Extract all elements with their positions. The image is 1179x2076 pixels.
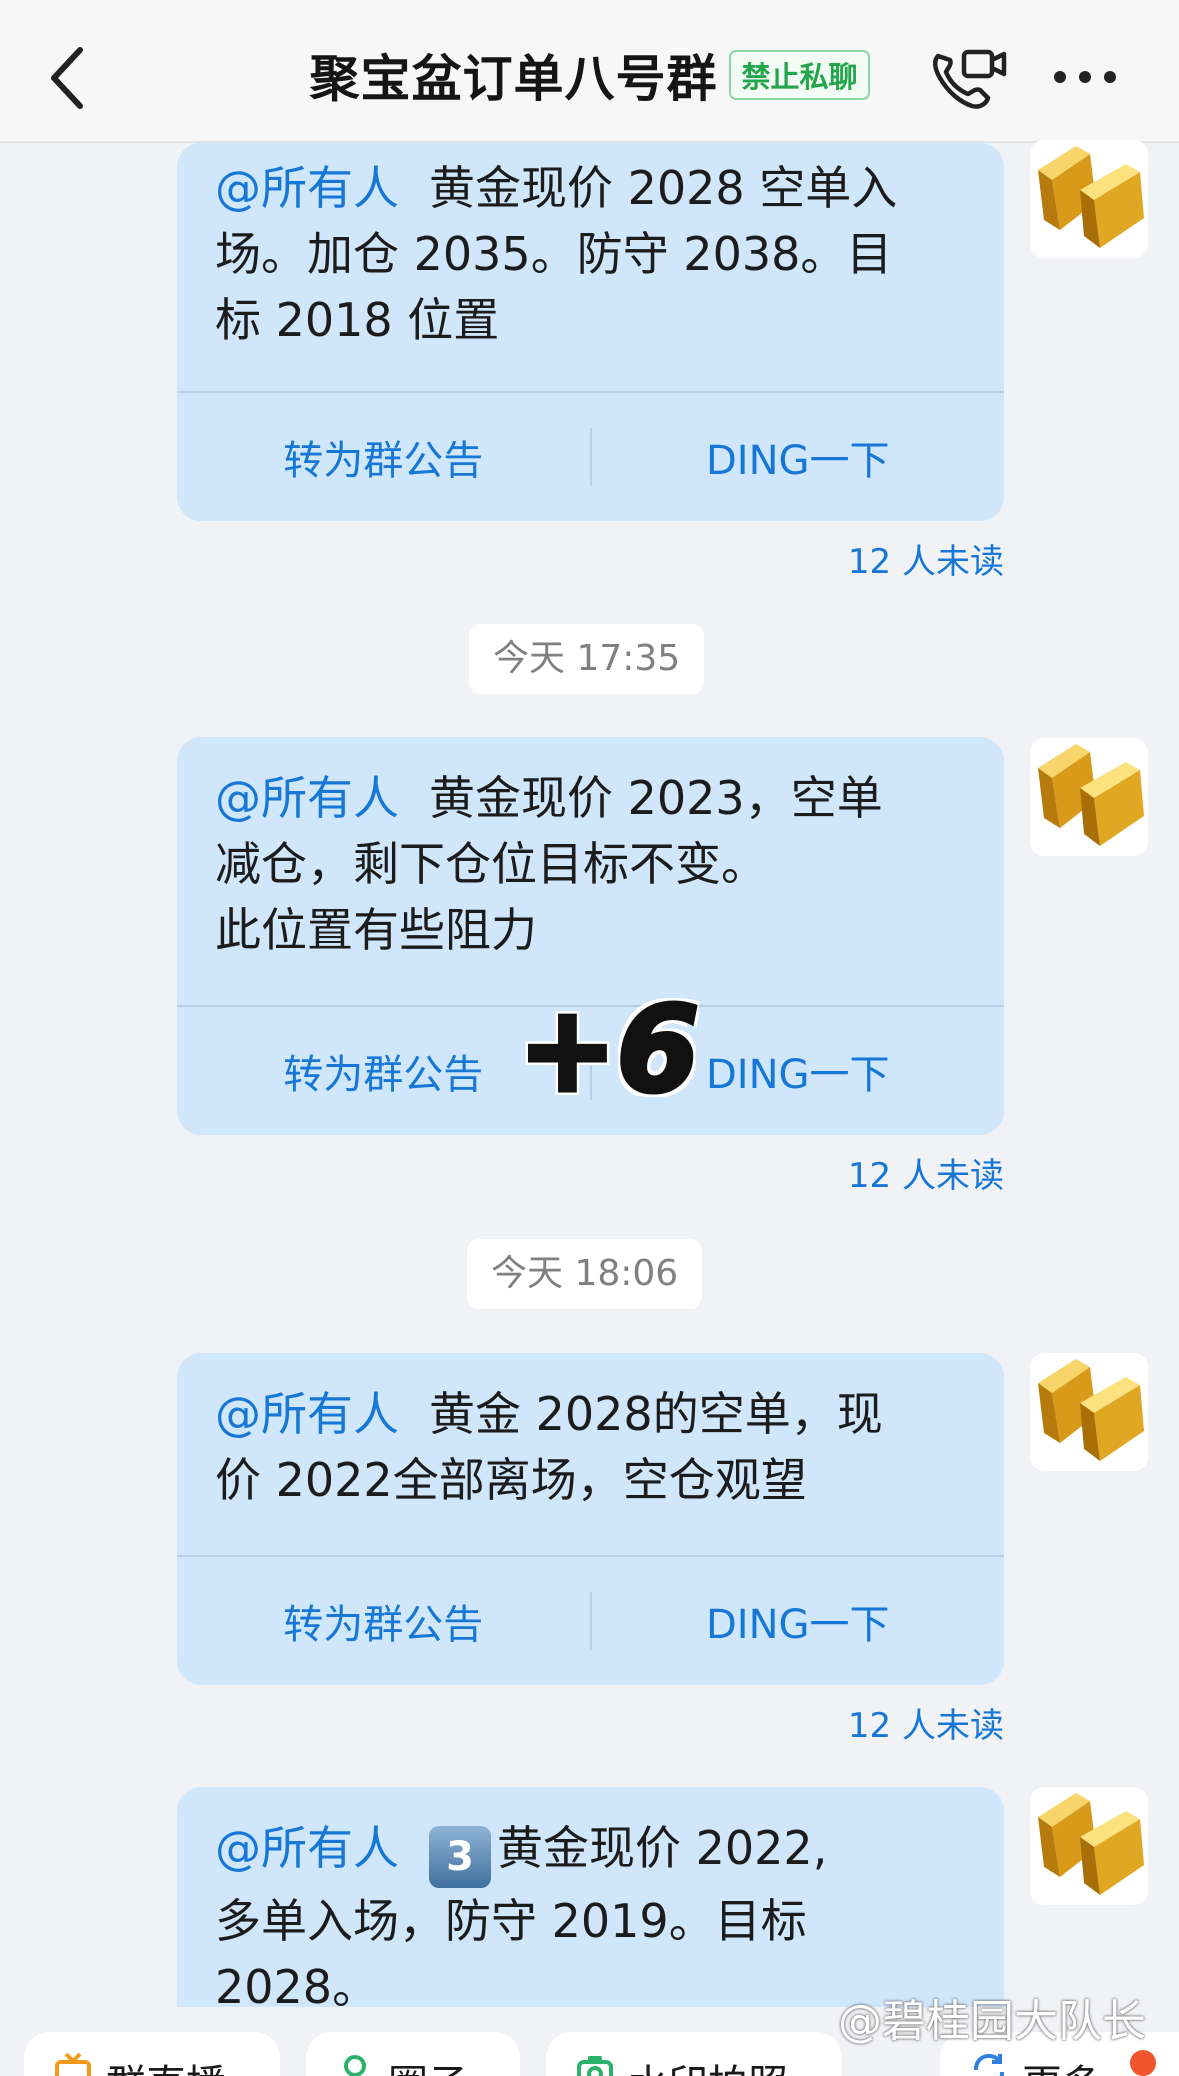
message-text: @所有人 黄金现价 2028 空单入 场。加仓 2035。防守 2038。目 标 …: [215, 161, 898, 347]
phone-video-icon: [933, 49, 1007, 109]
mention-all[interactable]: @所有人: [215, 771, 399, 825]
avatar[interactable]: [1030, 1353, 1148, 1471]
more-options-button[interactable]: [1050, 60, 1120, 94]
gold-bars-icon: [1038, 146, 1144, 248]
timestamp: 今天 18:06: [467, 1239, 703, 1309]
make-announcement-button[interactable]: 转为群公告: [177, 1592, 590, 1650]
refresh-arrows-icon: [973, 2053, 1005, 2076]
ding-button[interactable]: DING一下: [592, 428, 1005, 486]
mention-all[interactable]: @所有人: [215, 161, 399, 215]
timestamp: 今天 17:35: [469, 624, 705, 694]
message-actions: 转为群公告 DING一下: [177, 1555, 1004, 1685]
mention-all[interactable]: @所有人: [215, 1387, 399, 1441]
avatar[interactable]: [1030, 738, 1148, 856]
message-text: @所有人 黄金现价 2023，空单 减仓，剩下仓位目标不变。 此位置有些阻力: [215, 771, 883, 957]
call-button[interactable]: [928, 46, 1008, 110]
message-bubble[interactable]: @所有人 3 黄金现价 2022, 多单入场，防守 2019。目标 2028。: [177, 1787, 1004, 2007]
watermark-camera-button[interactable]: 水印拍照: [546, 2032, 842, 2076]
tv-icon: [55, 2052, 91, 2076]
message-actions: 转为群公告 DING一下: [177, 391, 1004, 521]
live-stream-button[interactable]: 群直播: [24, 2032, 280, 2076]
source-watermark: @碧桂园大队长: [838, 1996, 1146, 2047]
message-bubble[interactable]: @所有人 黄金现价 2028 空单入 场。加仓 2035。防守 2038。目 标 …: [177, 143, 1004, 521]
avatar[interactable]: [1030, 1787, 1148, 1905]
unread-count[interactable]: 12 人未读: [848, 1698, 1004, 1747]
keycap-number-icon: 3: [429, 1826, 491, 1888]
message-text: @所有人 3 黄金现价 2022, 多单入场，防守 2019。目标 2028。: [215, 1821, 828, 2007]
unread-count[interactable]: 12 人未读: [848, 1148, 1004, 1197]
ding-button[interactable]: DING一下: [592, 1592, 1005, 1650]
gold-bars-icon: [1038, 1793, 1144, 1895]
avatar[interactable]: [1030, 140, 1148, 258]
circle-group-icon: [344, 2055, 366, 2076]
camera-icon: [577, 2056, 613, 2076]
notification-dot: [1130, 2050, 1156, 2076]
gold-bars-icon: [1038, 744, 1144, 846]
mention-all[interactable]: @所有人: [215, 1821, 399, 1875]
chat-header: 聚宝盆订单八号群 禁止私聊: [0, 0, 1179, 143]
private-chat-disabled-badge: 禁止私聊: [729, 50, 870, 100]
message-bubble[interactable]: @所有人 黄金 2028的空单，现 价 2022全部离场，空仓观望 转为群公告 D…: [177, 1353, 1004, 1685]
ellipsis-icon: [1054, 71, 1116, 83]
group-title: 聚宝盆订单八号群: [309, 50, 718, 108]
plus-count-overlay: +6: [516, 978, 702, 1121]
gold-bars-icon: [1038, 1359, 1144, 1461]
unread-count[interactable]: 12 人未读: [848, 534, 1004, 583]
make-announcement-button[interactable]: 转为群公告: [177, 428, 590, 486]
message-text: @所有人 黄金 2028的空单，现 价 2022全部离场，空仓观望: [215, 1387, 883, 1507]
circle-button[interactable]: 圈子: [306, 2032, 520, 2076]
